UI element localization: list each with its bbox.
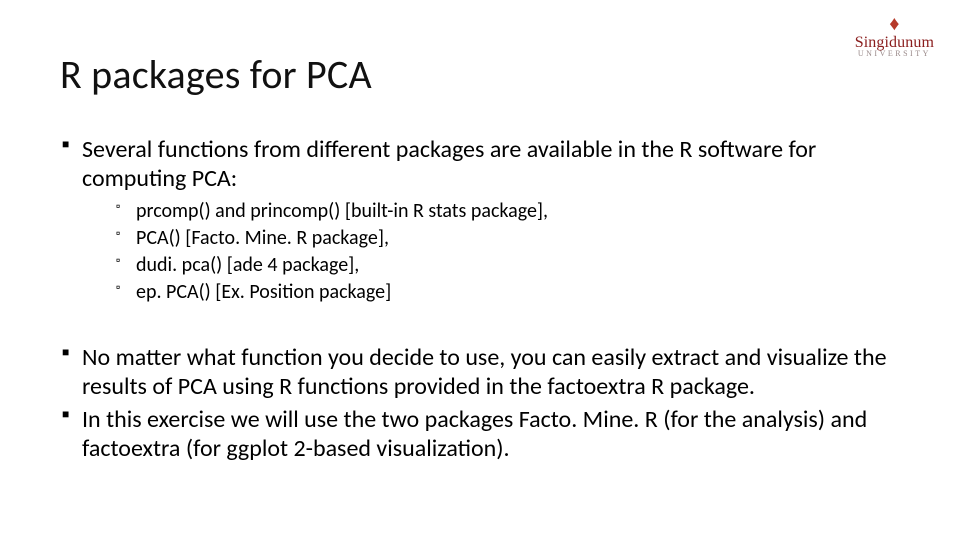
bullet-text: Several functions from different package… xyxy=(82,135,816,193)
sub-item: prcomp() and princomp() [built-in R stat… xyxy=(116,198,900,224)
slide-title: R packages for PCA xyxy=(60,50,900,99)
crest-icon: ♦ xyxy=(855,14,934,34)
bullet-extract: No matter what function you decide to us… xyxy=(60,343,900,402)
bullet-exercise: In this exercise we will use the two pac… xyxy=(60,405,900,464)
bullet-text: In this exercise we will use the two pac… xyxy=(82,405,867,463)
sub-text: PCA() [Facto. Mine. R package], xyxy=(136,226,389,250)
content-list-2: No matter what function you decide to us… xyxy=(60,343,900,464)
bullet-intro: Several functions from different package… xyxy=(60,135,900,305)
university-logo: ♦ Singidunum UNIVERSITY xyxy=(855,14,934,61)
sub-text: prcomp() and princomp() [built-in R stat… xyxy=(136,199,548,223)
sub-text: dudi. pca() [ade 4 package], xyxy=(136,253,359,277)
spacer xyxy=(60,309,900,343)
sub-item: dudi. pca() [ade 4 package], xyxy=(116,252,900,278)
sub-text: ep. PCA() [Ex. Position package] xyxy=(136,280,391,304)
slide: ♦ Singidunum UNIVERSITY R packages for P… xyxy=(0,0,960,540)
content-list: Several functions from different package… xyxy=(60,135,900,305)
sub-list: prcomp() and princomp() [built-in R stat… xyxy=(116,198,900,305)
sub-item: PCA() [Facto. Mine. R package], xyxy=(116,225,900,251)
bullet-text: No matter what function you decide to us… xyxy=(82,343,887,401)
sub-item: ep. PCA() [Ex. Position package] xyxy=(116,279,900,305)
brand-sub: UNIVERSITY xyxy=(855,49,934,58)
